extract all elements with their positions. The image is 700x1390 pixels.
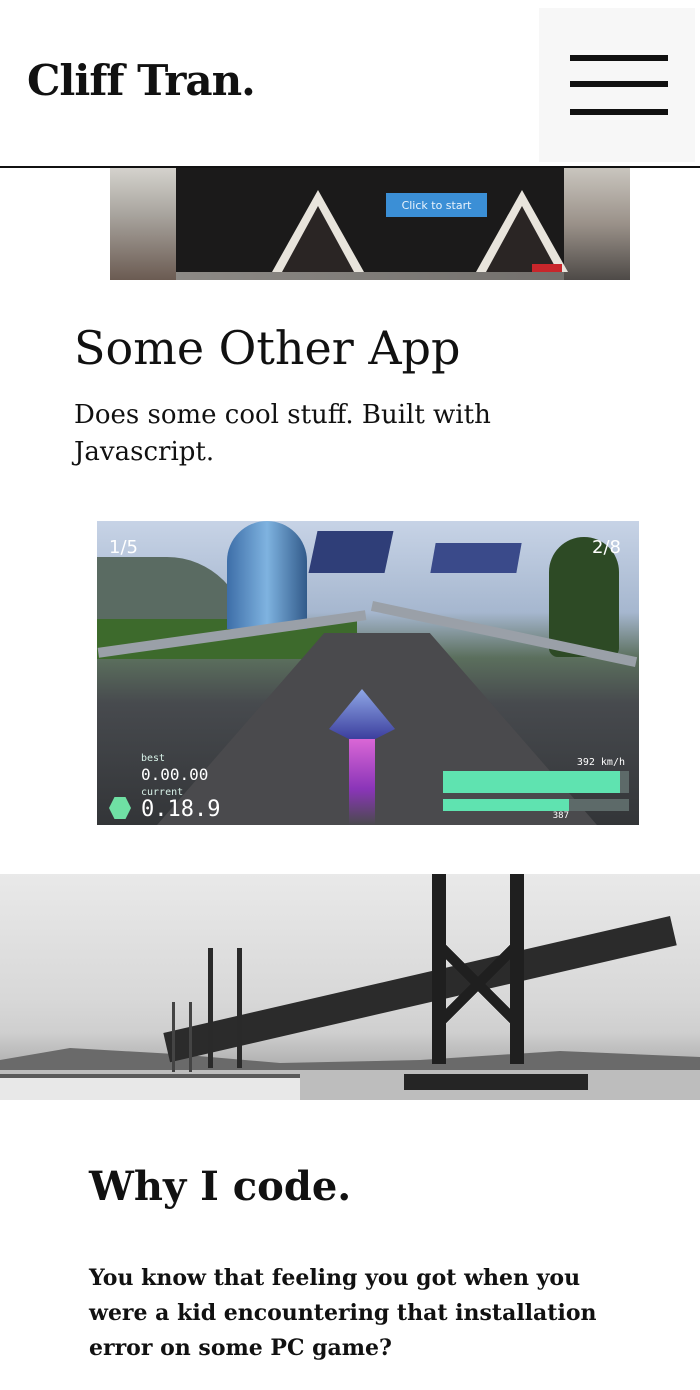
- building-left: [110, 168, 176, 280]
- site-brand[interactable]: Cliff Tran.: [27, 56, 256, 105]
- shield-bar-fill: [443, 799, 570, 811]
- hud-lap: 1/5: [109, 537, 138, 558]
- hud-best-label: best: [141, 753, 166, 764]
- bridge-tower-middle: [208, 948, 242, 1068]
- thrust-bar-fill: [443, 771, 620, 793]
- red-accent: [532, 264, 562, 272]
- glass-tower: [227, 521, 307, 629]
- timer-icon: [109, 797, 131, 819]
- solar-panel: [308, 531, 394, 573]
- hud-position: 2/8: [592, 537, 621, 558]
- shield-bar: [443, 799, 629, 811]
- bridge-tower-main: [430, 874, 526, 1064]
- distant-hills: [0, 1048, 700, 1072]
- building-right: [564, 168, 630, 280]
- hud-speed: 392 km/h: [576, 757, 625, 768]
- hamburger-icon-bar: [570, 81, 668, 87]
- hud-sub-value: 387: [552, 811, 569, 821]
- engine-trail: [349, 735, 375, 825]
- bridge-tower-far: [172, 1002, 192, 1072]
- game-start-overlay: Click to start: [176, 168, 568, 272]
- bay-bridge-photo: [0, 874, 700, 1100]
- hamburger-icon: [570, 55, 668, 61]
- solar-panel: [430, 543, 522, 573]
- project-two-screenshot: 1/5 2/8 best 0.00.00 current 0.18.9 392 …: [97, 521, 639, 825]
- menu-button[interactable]: [539, 8, 695, 162]
- hud-current-time: 0.18.9: [141, 797, 221, 822]
- bridge-pier: [404, 1074, 588, 1090]
- site-header: Cliff Tran.: [0, 0, 700, 168]
- project-one-screenshot: Click to start: [110, 168, 630, 280]
- house-roof-inner: [282, 206, 354, 272]
- thrust-bar: [443, 771, 629, 793]
- why-i-code-text: You know that feeling you got when you w…: [89, 1265, 597, 1361]
- click-to-start-button[interactable]: Click to start: [386, 193, 487, 217]
- hud-best-time: 0.00.00: [141, 765, 209, 784]
- house-roof-inner: [486, 206, 558, 272]
- project-description: Does some cool stuff. Built with Javascr…: [74, 400, 491, 467]
- pier-fence: [0, 1074, 300, 1100]
- why-i-code-heading: Why I code.: [89, 1163, 352, 1210]
- hamburger-icon-bar: [570, 109, 668, 115]
- tower-cross-brace: [438, 934, 518, 1034]
- project-title: Some Other App: [74, 321, 461, 375]
